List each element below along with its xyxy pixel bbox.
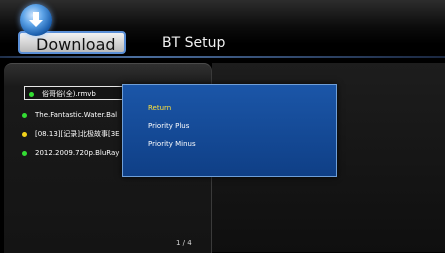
list-item-label: The.Fantastic.Water.Bal — [35, 111, 118, 119]
list-item-label: 2012.2009.720p.BluRay — [35, 149, 120, 157]
status-dot-icon — [22, 112, 27, 118]
menu-item-priority-minus[interactable]: Priority Minus — [148, 140, 196, 148]
list-item-label: 俗哥俗(全).rmvb — [42, 90, 96, 98]
menu-item-priority-plus[interactable]: Priority Plus — [148, 122, 189, 130]
page-indicator: 1 / 4 — [176, 239, 192, 247]
list-item[interactable]: [08.13][记录]北极故事[3E — [22, 127, 120, 141]
list-item-label: [08.13][记录]北极故事[3E — [35, 130, 120, 138]
list-item[interactable]: 2012.2009.720p.BluRay — [22, 146, 119, 160]
status-dot-icon — [22, 131, 27, 137]
list-item[interactable]: The.Fantastic.Water.Bal — [22, 108, 117, 122]
download-globe-icon — [20, 4, 52, 36]
list-item-selected[interactable]: 俗哥俗(全).rmvb — [24, 86, 130, 100]
tab-bt-setup[interactable]: BT Setup — [162, 35, 225, 51]
status-dot-icon — [29, 91, 34, 97]
header-divider — [0, 56, 445, 58]
context-menu: Return Priority Plus Priority Minus — [122, 84, 337, 177]
status-dot-icon — [22, 150, 27, 156]
menu-item-return[interactable]: Return — [148, 104, 171, 112]
